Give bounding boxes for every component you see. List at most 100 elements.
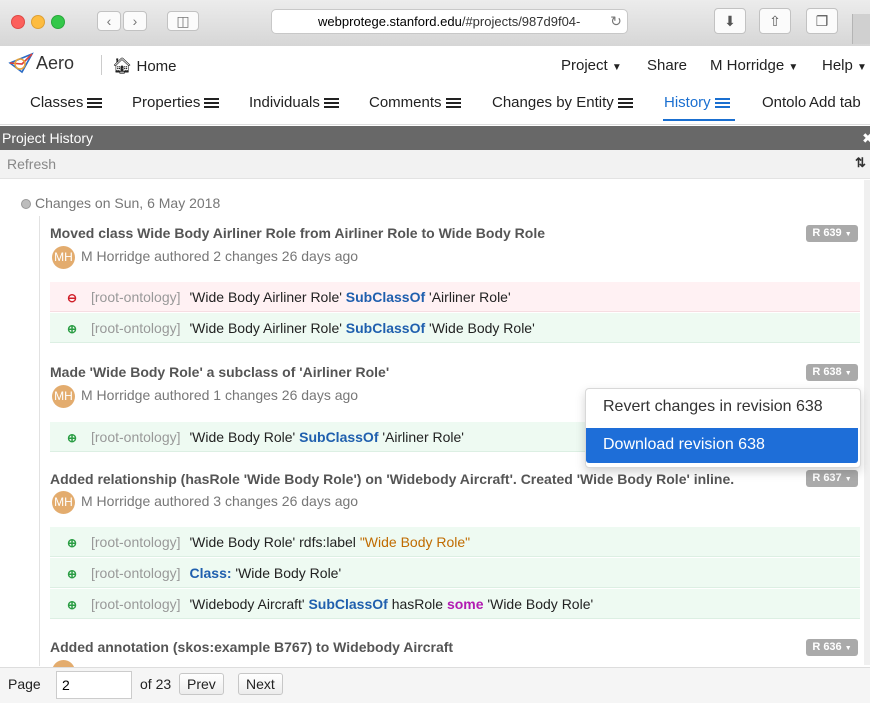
change-text: 'Wide Body Role' — [425, 320, 535, 336]
forward-button[interactable]: › — [123, 11, 147, 31]
share-link[interactable]: Share — [647, 57, 687, 74]
keyword: SubClassOf — [308, 596, 388, 612]
tab-properties[interactable]: Properties — [132, 94, 220, 111]
revision-badge[interactable]: R 639 ▼ — [806, 225, 858, 242]
home-link[interactable]: 🏠︎ Home — [112, 56, 177, 76]
hamburger-icon — [714, 97, 730, 109]
change-row-removed: ⊖ [root-ontology] 'Wide Body Airliner Role… — [50, 282, 860, 312]
chevron-left-icon: ‹ — [106, 13, 112, 29]
hamburger-icon — [204, 97, 220, 109]
changeset-title: Moved class Wide Body Airliner Role from… — [50, 225, 546, 241]
tab-label: Comments — [369, 94, 442, 111]
day-header-label: Changes on Sun, 6 May 2018 — [35, 195, 221, 211]
change-row-added: ⊕ [root-ontology] 'Wide Body Role' rdfs:la… — [50, 527, 860, 557]
keyword: SubClassOf — [345, 289, 426, 305]
revision-label: R 639 — [812, 227, 842, 239]
change-row-added: ⊕ [root-ontology] Class: 'Wide Body Role' — [50, 558, 860, 588]
refresh-button[interactable]: Refresh — [7, 156, 56, 172]
minimize-window-button[interactable] — [31, 15, 45, 29]
revision-label: R 636 — [812, 641, 842, 653]
tab-label: Classes — [30, 94, 84, 111]
caret-down-icon: ▼ — [844, 645, 852, 652]
change-text: 'Wide Body Role' — [189, 429, 300, 445]
home-label: Home — [136, 58, 177, 75]
project-menu[interactable]: Project ▼ — [561, 57, 622, 74]
change-text: 'Wide Body Airliner Role' — [189, 289, 346, 305]
tab-label: Changes by Entity — [492, 94, 614, 111]
scrollbar[interactable] — [864, 180, 870, 665]
changeset-title: Made 'Wide Body Role' a subclass of 'Air… — [50, 364, 390, 380]
plus-circle-icon: ⊕ — [67, 567, 78, 581]
sidebar-toggle-button[interactable]: ◫ — [167, 11, 199, 31]
avatar: MH — [52, 246, 75, 269]
sort-icon[interactable]: ⇅ — [855, 155, 866, 171]
ontology-label: [root-ontology] — [91, 289, 181, 305]
tab-changes-by-entity[interactable]: Changes by Entity — [492, 94, 633, 111]
literal-value: "Wide Body Role" — [359, 534, 471, 550]
reload-icon[interactable]: ↻ — [606, 9, 626, 34]
keyword: Class: — [189, 565, 232, 581]
change-text: 'Wide Body Airliner Role' — [189, 320, 346, 336]
tab-classes[interactable]: Classes — [30, 94, 103, 111]
tab-individuals[interactable]: Individuals — [249, 94, 339, 111]
back-button[interactable]: ‹ — [97, 11, 121, 31]
zoom-window-button[interactable] — [51, 15, 65, 29]
download-icon: ⬇ — [724, 13, 736, 29]
caret-down-icon: ▼ — [611, 62, 622, 73]
share-page-button[interactable]: ⇧ — [759, 8, 791, 34]
ontology-label: [root-ontology] — [91, 534, 181, 550]
changeset-author: MH M Horridge authored 3 changes 26 days … — [52, 491, 358, 514]
caret-down-icon: ▼ — [844, 370, 852, 377]
change-text: 'Wide Body Role' rdfs:label — [189, 534, 360, 550]
avatar: MH — [52, 491, 75, 514]
new-tab-button[interactable] — [852, 14, 870, 44]
change-row-added: ⊕ [root-ontology] 'Wide Body Airliner Role… — [50, 313, 860, 343]
page-number-input[interactable] — [56, 671, 132, 699]
tab-comments[interactable]: Comments — [369, 94, 461, 111]
change-text: 'Airliner Role' — [425, 289, 511, 305]
revision-badge[interactable]: R 636 ▼ — [806, 639, 858, 656]
header-divider — [101, 55, 102, 75]
user-menu[interactable]: M Horridge ▼ — [710, 57, 798, 74]
changeset-author: MH M Horridge authored 2 changes 26 days … — [52, 246, 358, 269]
hamburger-icon — [323, 97, 339, 109]
plus-circle-icon: ⊕ — [67, 322, 78, 336]
add-tab-button[interactable]: Add tab — [806, 94, 861, 111]
plus-circle-icon: ⊕ — [67, 536, 78, 550]
download-revision-menu-item[interactable]: Download revision 638 — [603, 436, 765, 454]
close-window-button[interactable] — [11, 15, 25, 29]
changeset-title: Added relationship (hasRole 'Wide Body R… — [50, 471, 735, 487]
day-header: Changes on Sun, 6 May 2018 — [21, 195, 220, 211]
revision-badge[interactable]: R 637 ▼ — [806, 470, 858, 487]
page-label: Page — [8, 676, 41, 692]
caret-down-icon: ▼ — [857, 62, 867, 73]
revert-revision-menu-item[interactable]: Revert changes in revision 638 — [603, 398, 823, 416]
hamburger-icon — [87, 97, 103, 109]
change-text: 'Wide Body Role' — [483, 596, 594, 612]
project-label: Project — [561, 57, 608, 74]
change-text: 'Widebody Aircraft' — [189, 596, 309, 612]
help-menu[interactable]: Help ▼ — [822, 57, 867, 74]
hamburger-icon — [617, 97, 633, 109]
prev-page-button[interactable]: Prev — [179, 673, 224, 695]
ontology-label: [root-ontology] — [91, 565, 181, 581]
plus-circle-icon: ⊕ — [67, 431, 78, 445]
help-label: Help — [822, 57, 853, 74]
plus-circle-icon: ⊕ — [67, 598, 78, 612]
author-text: M Horridge authored 3 changes 26 days ag… — [81, 493, 359, 510]
timeline-line — [39, 216, 40, 666]
downloads-button[interactable]: ⬇ — [714, 8, 746, 34]
revision-badge[interactable]: R 638 ▼ — [806, 364, 858, 381]
tabs-overview-button[interactable]: ❐ — [806, 8, 838, 34]
tab-history[interactable]: History — [664, 94, 730, 111]
next-page-button[interactable]: Next — [238, 673, 283, 695]
minus-circle-icon: ⊖ — [67, 291, 78, 305]
timeline-dot-icon — [21, 199, 31, 209]
active-tab-indicator — [663, 119, 735, 121]
address-bar[interactable]: webprotege.stanford.edu/#projects/987d9f… — [271, 9, 628, 34]
url-domain: webprotege.stanford.edu — [318, 14, 462, 29]
caret-down-icon: ▼ — [844, 231, 852, 238]
author-text: M Horridge authored 2 changes 26 days ag… — [81, 248, 359, 265]
tab-ontology[interactable]: Ontolo — [762, 94, 806, 111]
close-portlet-icon[interactable]: ✖ — [862, 126, 870, 150]
